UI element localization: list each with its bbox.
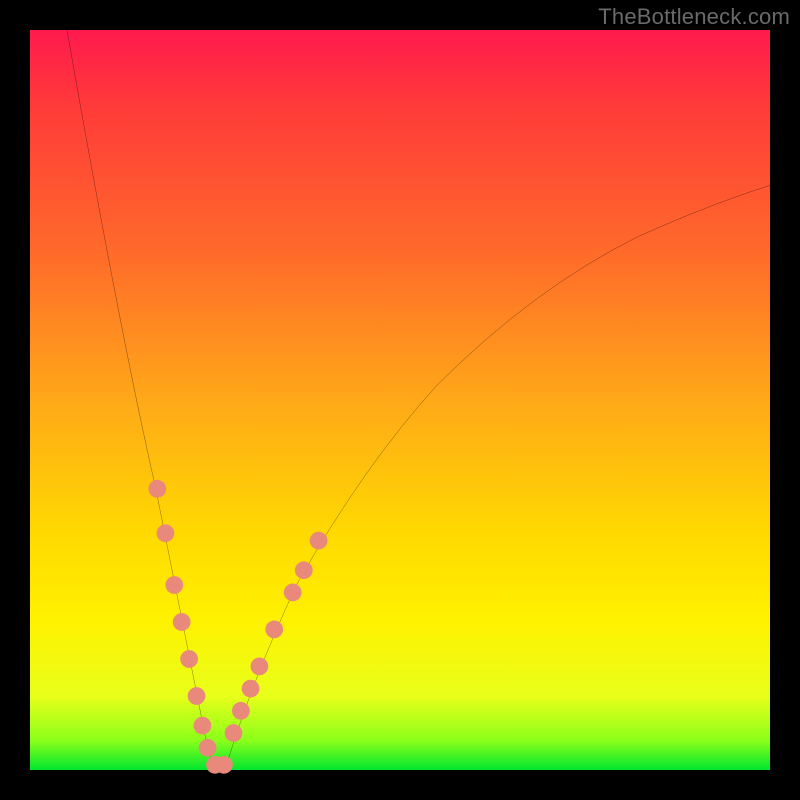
marker-dot — [215, 756, 233, 774]
marker-dot — [194, 717, 212, 735]
marker-dot — [165, 576, 183, 594]
marker-dot — [188, 687, 206, 705]
bottleneck-curve — [30, 30, 770, 770]
marker-dot — [180, 650, 198, 668]
marker-dot — [251, 658, 269, 676]
marker-dot — [242, 680, 260, 698]
marker-dot — [295, 561, 313, 579]
marker-dot — [310, 532, 328, 550]
plot-area — [30, 30, 770, 770]
marker-dot — [173, 613, 191, 631]
marker-dot — [265, 621, 283, 639]
marker-group — [148, 480, 327, 774]
marker-dot — [284, 584, 302, 602]
watermark-text: TheBottleneck.com — [598, 4, 790, 30]
marker-dot — [232, 702, 250, 720]
marker-dot — [157, 524, 175, 542]
curve-right-branch — [226, 185, 770, 766]
marker-dot — [199, 739, 217, 757]
marker-dot — [225, 724, 243, 742]
chart-container: TheBottleneck.com — [0, 0, 800, 800]
marker-dot — [148, 480, 166, 498]
